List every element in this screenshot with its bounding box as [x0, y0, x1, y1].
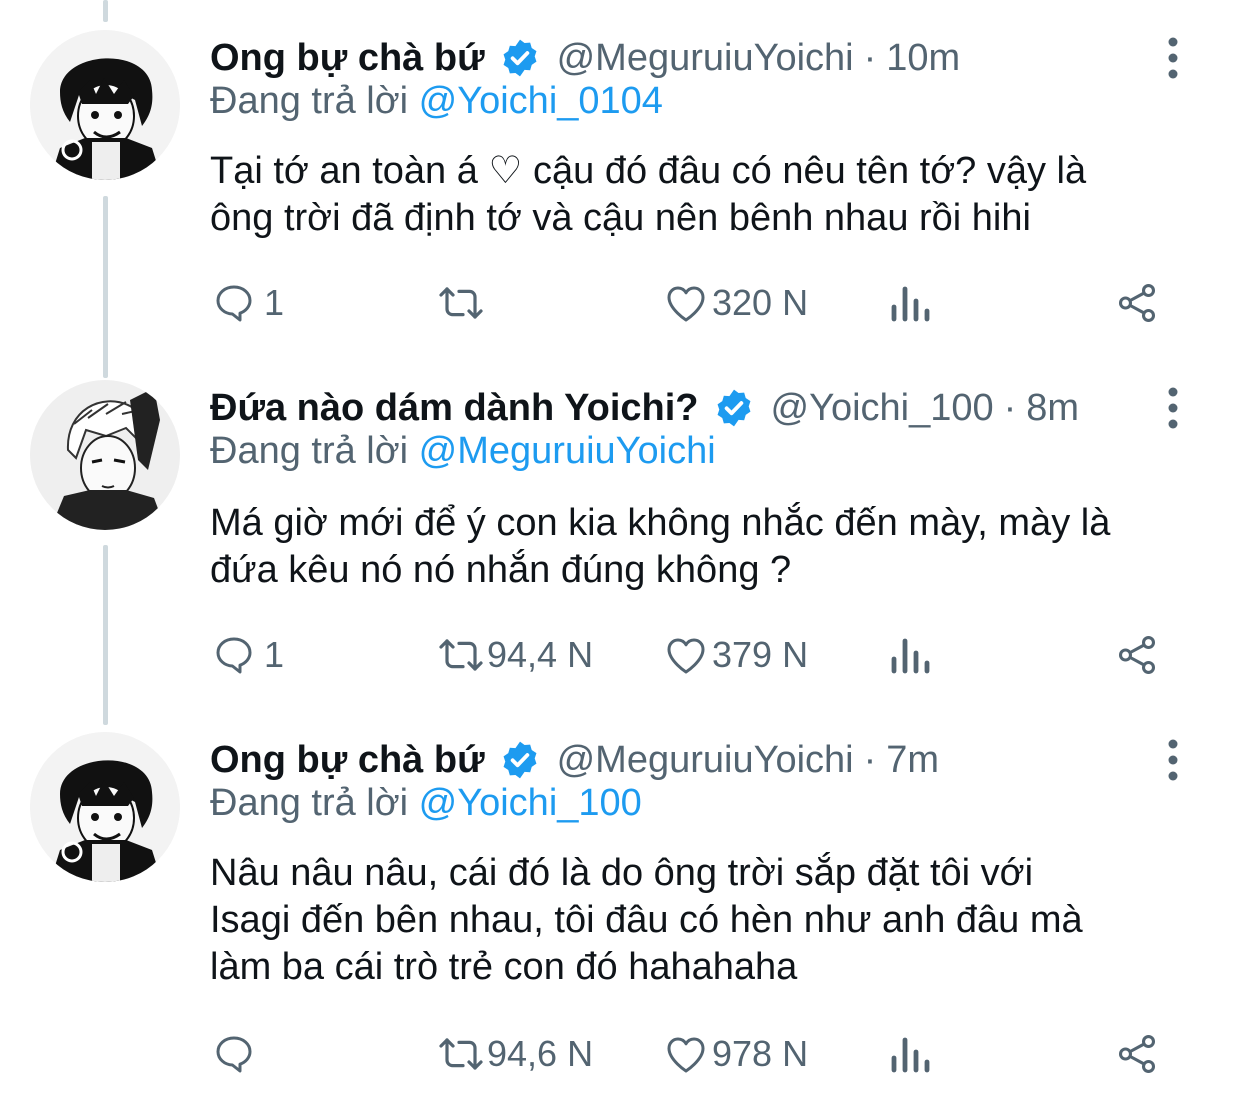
analytics-icon: [888, 1030, 932, 1078]
like-count: 978 N: [712, 1033, 809, 1074]
tweet-text: Má giờ mới để ý con kia không nhắc đến m…: [210, 500, 1200, 594]
avatar[interactable]: [30, 732, 180, 882]
avatar[interactable]: [30, 30, 180, 180]
tweet-header: Ong bự chà bứ @MeguruiuYoichi · 10m: [210, 30, 1143, 86]
avatar[interactable]: [30, 380, 180, 530]
reply-count: 1: [264, 634, 285, 675]
tweet-text-line: Nâu nâu nâu, cái đó là do ông trời sắp đ…: [210, 852, 1034, 894]
reply-bubble-icon: [210, 279, 258, 327]
tweet-header: Đứa nào dám dành Yoichi? @Yoichi_100 · 8…: [210, 380, 1143, 436]
replying-to-label: Đang trả lời: [210, 430, 409, 472]
reply-button[interactable]: 1: [210, 278, 284, 328]
tweet-text-line: đứa kêu nó nó nhắn đúng không ?: [210, 549, 792, 591]
separator-dot: ·: [1003, 386, 1017, 429]
share-button[interactable]: [1114, 630, 1160, 680]
share-icon: [1114, 1030, 1160, 1078]
retweet-icon: [435, 1030, 487, 1078]
replying-to: Đang trả lời @Yoichi_100: [210, 782, 642, 825]
reply-mention-link[interactable]: @Yoichi_0104: [419, 80, 663, 122]
tweet-actions: 1 94,4 N 379 N: [210, 630, 1170, 680]
reply-mention-link[interactable]: @Yoichi_100: [419, 782, 642, 824]
heart-icon: [662, 631, 710, 679]
timestamp[interactable]: 7m: [886, 739, 939, 782]
like-count: 320 N: [712, 282, 809, 323]
views-button[interactable]: [888, 630, 932, 680]
tweet-text: Nâu nâu nâu, cái đó là do ông trời sắp đ…: [210, 850, 1200, 991]
heart-icon: [662, 279, 710, 327]
reply-mention-link[interactable]: @MeguruiuYoichi: [419, 430, 716, 472]
replying-to: Đang trả lời @Yoichi_0104: [210, 80, 663, 123]
replying-to-label: Đang trả lời: [210, 80, 409, 122]
separator-dot: ·: [863, 36, 877, 79]
verified-badge-icon: [713, 387, 755, 429]
tweet-actions: 1 320 N: [210, 278, 1170, 328]
views-button[interactable]: [888, 1029, 932, 1079]
tweet-text-line: làm ba cái trò trẻ con đó hahahaha: [210, 946, 798, 988]
more-vertical-icon[interactable]: [1161, 386, 1185, 430]
reply-button[interactable]: [210, 1029, 264, 1079]
like-count: 379 N: [712, 634, 809, 675]
thread-line-top: [103, 0, 108, 22]
avatar-image: [30, 732, 180, 882]
display-name[interactable]: Ong bự chà bứ: [210, 37, 485, 80]
handle[interactable]: @MeguruiuYoichi: [557, 739, 854, 782]
heart-icon: [662, 1030, 710, 1078]
replying-to-label: Đang trả lời: [210, 782, 409, 824]
separator-dot: ·: [863, 738, 877, 781]
share-button[interactable]: [1114, 278, 1160, 328]
tweet-text-line: Tại tớ an toàn á ♡ cậu đó đâu có nêu tên…: [210, 150, 1087, 192]
more-vertical-icon[interactable]: [1161, 738, 1185, 782]
retweet-button[interactable]: 94,6 N: [435, 1029, 593, 1079]
analytics-icon: [888, 631, 932, 679]
views-button[interactable]: [888, 278, 932, 328]
reply-button[interactable]: 1: [210, 630, 284, 680]
retweet-button[interactable]: [435, 278, 493, 328]
share-button[interactable]: [1114, 1029, 1160, 1079]
reply-bubble-icon: [210, 1030, 258, 1078]
like-button[interactable]: 379 N: [662, 630, 808, 680]
tweet-text-line: Má giờ mới để ý con kia không nhắc đến m…: [210, 502, 1111, 544]
retweet-button[interactable]: 94,4 N: [435, 630, 593, 680]
verified-badge-icon: [499, 739, 541, 781]
timestamp[interactable]: 10m: [886, 37, 960, 80]
display-name[interactable]: Đứa nào dám dành Yoichi?: [210, 387, 699, 430]
reply-bubble-icon: [210, 631, 258, 679]
reply-count: 1: [264, 282, 285, 323]
tweet-header: Ong bự chà bứ @MeguruiuYoichi · 7m: [210, 732, 1143, 788]
avatar-image: [30, 30, 180, 180]
verified-badge-icon: [499, 37, 541, 79]
retweet-icon: [435, 279, 487, 327]
handle[interactable]: @Yoichi_100: [771, 387, 994, 430]
thread-line-1: [103, 196, 108, 378]
retweet-count: 94,6 N: [487, 1033, 594, 1074]
tweet-text-line: Isagi đến bên nhau, tôi đâu có hèn như a…: [210, 899, 1083, 941]
like-button[interactable]: 320 N: [662, 278, 808, 328]
tweet-text: Tại tớ an toàn á ♡ cậu đó đâu có nêu tên…: [210, 148, 1200, 242]
retweet-icon: [435, 631, 487, 679]
retweet-count: 94,4 N: [487, 634, 594, 675]
replying-to: Đang trả lời @MeguruiuYoichi: [210, 430, 716, 473]
like-button[interactable]: 978 N: [662, 1029, 808, 1079]
share-icon: [1114, 279, 1160, 327]
tweet-actions: 94,6 N 978 N: [210, 1029, 1170, 1079]
timestamp[interactable]: 8m: [1026, 387, 1079, 430]
avatar-image: [30, 380, 180, 530]
analytics-icon: [888, 279, 932, 327]
tweet-text-line: ông trời đã định tớ và cậu nên bênh nhau…: [210, 197, 1031, 239]
display-name[interactable]: Ong bự chà bứ: [210, 739, 485, 782]
thread-line-2: [103, 545, 108, 725]
more-vertical-icon[interactable]: [1161, 36, 1185, 80]
share-icon: [1114, 631, 1160, 679]
handle[interactable]: @MeguruiuYoichi: [557, 37, 854, 80]
